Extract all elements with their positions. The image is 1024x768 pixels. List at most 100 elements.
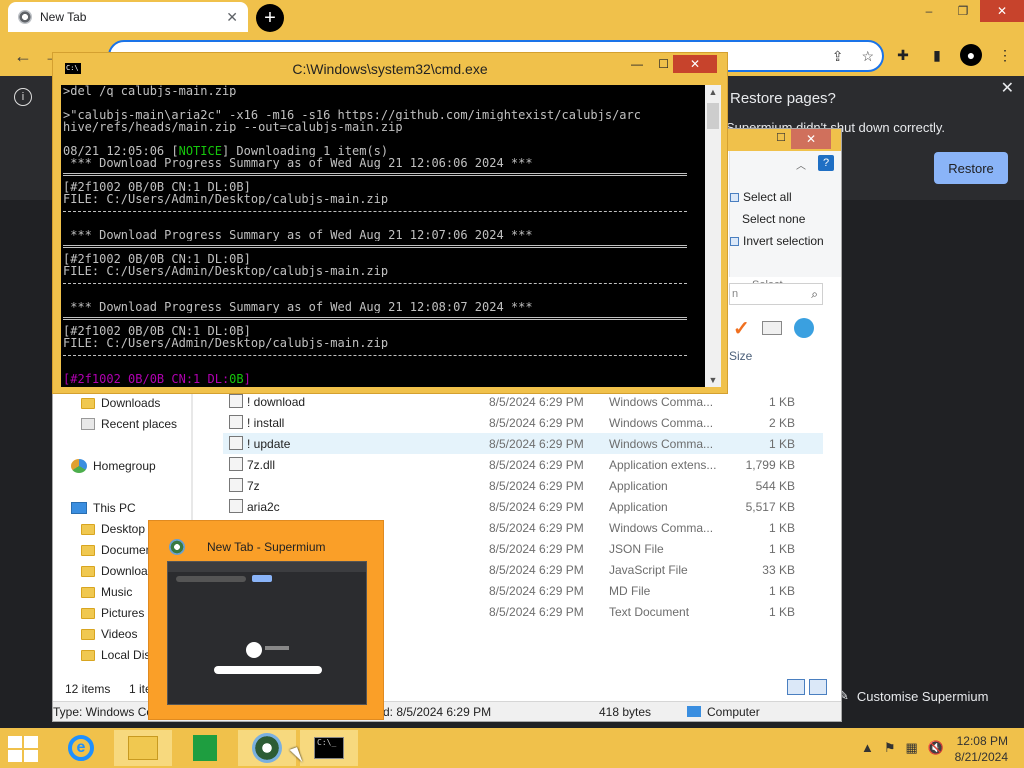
file-type: Application xyxy=(609,499,668,514)
file-date: 8/5/2024 6:29 PM xyxy=(489,457,584,472)
new-tab-button[interactable]: + xyxy=(256,4,284,32)
clock[interactable]: 12:08 PM 8/21/2024 xyxy=(955,733,1008,765)
select-none-button[interactable]: Select none xyxy=(742,209,805,229)
file-size: 1 KB xyxy=(768,520,795,535)
table-row[interactable]: ! download 8/5/2024 6:29 PM Windows Comma.… xyxy=(223,391,823,412)
restore-button[interactable]: Restore xyxy=(934,152,1008,184)
file-name: ! update xyxy=(247,436,291,451)
cmd-titlebar: C:\ C:\Windows\system32\cmd.exe — ☐ ✕ xyxy=(53,53,727,83)
start-button[interactable] xyxy=(8,736,38,762)
taskbar-thumbnail-preview[interactable]: New Tab - Supermium xyxy=(148,520,384,720)
close-button[interactable]: ✕ xyxy=(673,55,717,73)
taskbar-supermium[interactable] xyxy=(238,730,296,766)
scroll-thumb[interactable] xyxy=(707,103,719,129)
search-input[interactable]: n ⌕ xyxy=(729,283,823,305)
maximize-button[interactable]: ❐ xyxy=(946,0,980,22)
nav-item[interactable]: Homegroup xyxy=(71,456,156,476)
back-arrow-icon[interactable]: ← xyxy=(14,46,32,67)
recent-places-icon xyxy=(81,418,95,430)
invert-selection-label: Invert selection xyxy=(743,234,824,248)
volume-muted-icon[interactable]: 🔇 xyxy=(928,740,944,756)
file-size: 33 KB xyxy=(762,562,795,577)
details-view-icon[interactable] xyxy=(787,679,805,695)
select-all-button[interactable]: Select all xyxy=(730,187,792,207)
internet-explorer-icon: e xyxy=(68,735,94,761)
table-row[interactable]: aria2c 8/5/2024 6:29 PM Application 5,517 K… xyxy=(223,496,823,517)
search-text: n xyxy=(732,288,739,300)
scroll-down-icon[interactable]: ▼ xyxy=(705,375,721,385)
console-line: FILE: C:/Users/Admin/Desktop/calubjs-mai… xyxy=(63,193,389,205)
close-button[interactable]: ✕ xyxy=(791,129,831,149)
maximize-button[interactable]: ☐ xyxy=(658,57,669,71)
nav-item[interactable]: Local Dis xyxy=(81,645,150,665)
taskbar-internet-explorer[interactable]: e xyxy=(52,730,110,766)
file-icon xyxy=(229,499,243,513)
file-size: 1 KB xyxy=(768,394,795,409)
chevron-up-icon[interactable]: ︿ xyxy=(796,157,806,172)
globe-icon[interactable] xyxy=(793,318,814,338)
console-scrollbar[interactable]: ▲ ▼ xyxy=(705,85,721,387)
file-date: 8/5/2024 6:29 PM xyxy=(489,394,584,409)
tab-title: New Tab xyxy=(40,10,87,24)
console-line: 08/21 12:05:06 [NOTICE] Downloading 1 it… xyxy=(63,145,703,157)
file-date: 8/5/2024 6:29 PM xyxy=(489,520,584,535)
side-panel-icon[interactable]: ▮ xyxy=(926,44,948,66)
menu-kebab-icon[interactable]: ⋮ xyxy=(994,44,1016,66)
folder-icon xyxy=(81,523,95,535)
table-row[interactable]: ! update 8/5/2024 6:29 PM Windows Comma...… xyxy=(223,433,823,454)
folder-icon xyxy=(81,586,95,598)
preview-pane-icon[interactable] xyxy=(761,321,782,335)
console-separator xyxy=(63,313,703,325)
homegroup-icon xyxy=(71,459,87,473)
chevron-up-icon[interactable]: ▲ xyxy=(861,740,874,756)
scroll-up-icon[interactable]: ▲ xyxy=(705,87,721,97)
tab-close-icon[interactable]: ✕ xyxy=(226,9,238,26)
minimize-button[interactable]: – xyxy=(912,0,946,22)
table-row[interactable]: ! install 8/5/2024 6:29 PM Windows Comma..… xyxy=(223,412,823,433)
nav-item[interactable]: Desktop xyxy=(81,519,145,539)
table-row[interactable]: 7z 8/5/2024 6:29 PM Application 544 KB xyxy=(223,475,823,496)
nav-item[interactable]: Videos xyxy=(81,624,137,644)
close-button[interactable]: ✕ xyxy=(980,0,1024,22)
column-header-size[interactable]: Size xyxy=(729,349,752,363)
console-line: [#2f1002 0B/0B CN:1 DL:0B] xyxy=(63,253,251,265)
customise-button[interactable]: ✎ Customise Supermium xyxy=(838,682,988,710)
nav-item[interactable]: Downloads xyxy=(81,393,160,413)
network-icon[interactable]: ▦ xyxy=(906,740,918,756)
file-name: aria2c xyxy=(247,499,280,514)
checkmark-icon[interactable]: ✓ xyxy=(733,316,750,341)
preview-tabstrip xyxy=(168,562,366,572)
table-row[interactable]: 7z.dll 8/5/2024 6:29 PM Application extens… xyxy=(223,454,823,475)
console-text: >del /q calubjs-main.zip >"calubjs-main\a… xyxy=(63,85,703,385)
tab-new-tab[interactable]: New Tab ✕ xyxy=(8,2,248,32)
nav-item[interactable]: Downloa xyxy=(81,561,148,581)
help-icon[interactable]: ? xyxy=(818,155,834,171)
extensions-icon[interactable]: ✚ xyxy=(892,44,914,66)
nav-item-label: Downloads xyxy=(101,396,161,410)
nav-item[interactable]: This PC xyxy=(71,498,136,518)
minimize-button[interactable]: — xyxy=(631,57,643,71)
nav-item[interactable]: Recent places xyxy=(81,414,177,434)
bookmark-star-icon[interactable]: ☆ xyxy=(861,48,874,65)
console-line: >"calubjs-main\aria2c" -x16 -m16 -s16 ht… xyxy=(63,109,641,121)
large-icons-view-icon[interactable] xyxy=(809,679,827,695)
file-date: 8/5/2024 6:29 PM xyxy=(489,415,584,430)
console-output[interactable]: >del /q calubjs-main.zip >"calubjs-main\a… xyxy=(61,85,721,387)
taskbar-cmd[interactable]: C:\_ xyxy=(300,730,358,766)
console-separator xyxy=(63,169,703,181)
maximize-button[interactable]: ☐ xyxy=(771,131,791,144)
nav-item-label: Local Dis xyxy=(101,648,151,662)
flag-icon[interactable]: ⚑ xyxy=(884,740,896,756)
windows-logo-tile xyxy=(24,750,38,762)
computer-icon xyxy=(687,706,701,717)
profile-avatar-icon[interactable]: ● xyxy=(960,44,982,66)
taskbar-store[interactable] xyxy=(176,730,234,766)
taskbar-file-explorer[interactable] xyxy=(114,730,172,766)
file-date: 8/5/2024 6:29 PM xyxy=(489,562,584,577)
close-icon[interactable]: ✕ xyxy=(1001,78,1014,98)
invert-selection-button[interactable]: Invert selection xyxy=(730,231,824,251)
nav-item[interactable]: Documen xyxy=(81,540,152,560)
nav-item[interactable]: Music xyxy=(81,582,132,602)
nav-item[interactable]: Pictures xyxy=(81,603,144,623)
share-icon[interactable]: ⇪ xyxy=(832,48,844,65)
